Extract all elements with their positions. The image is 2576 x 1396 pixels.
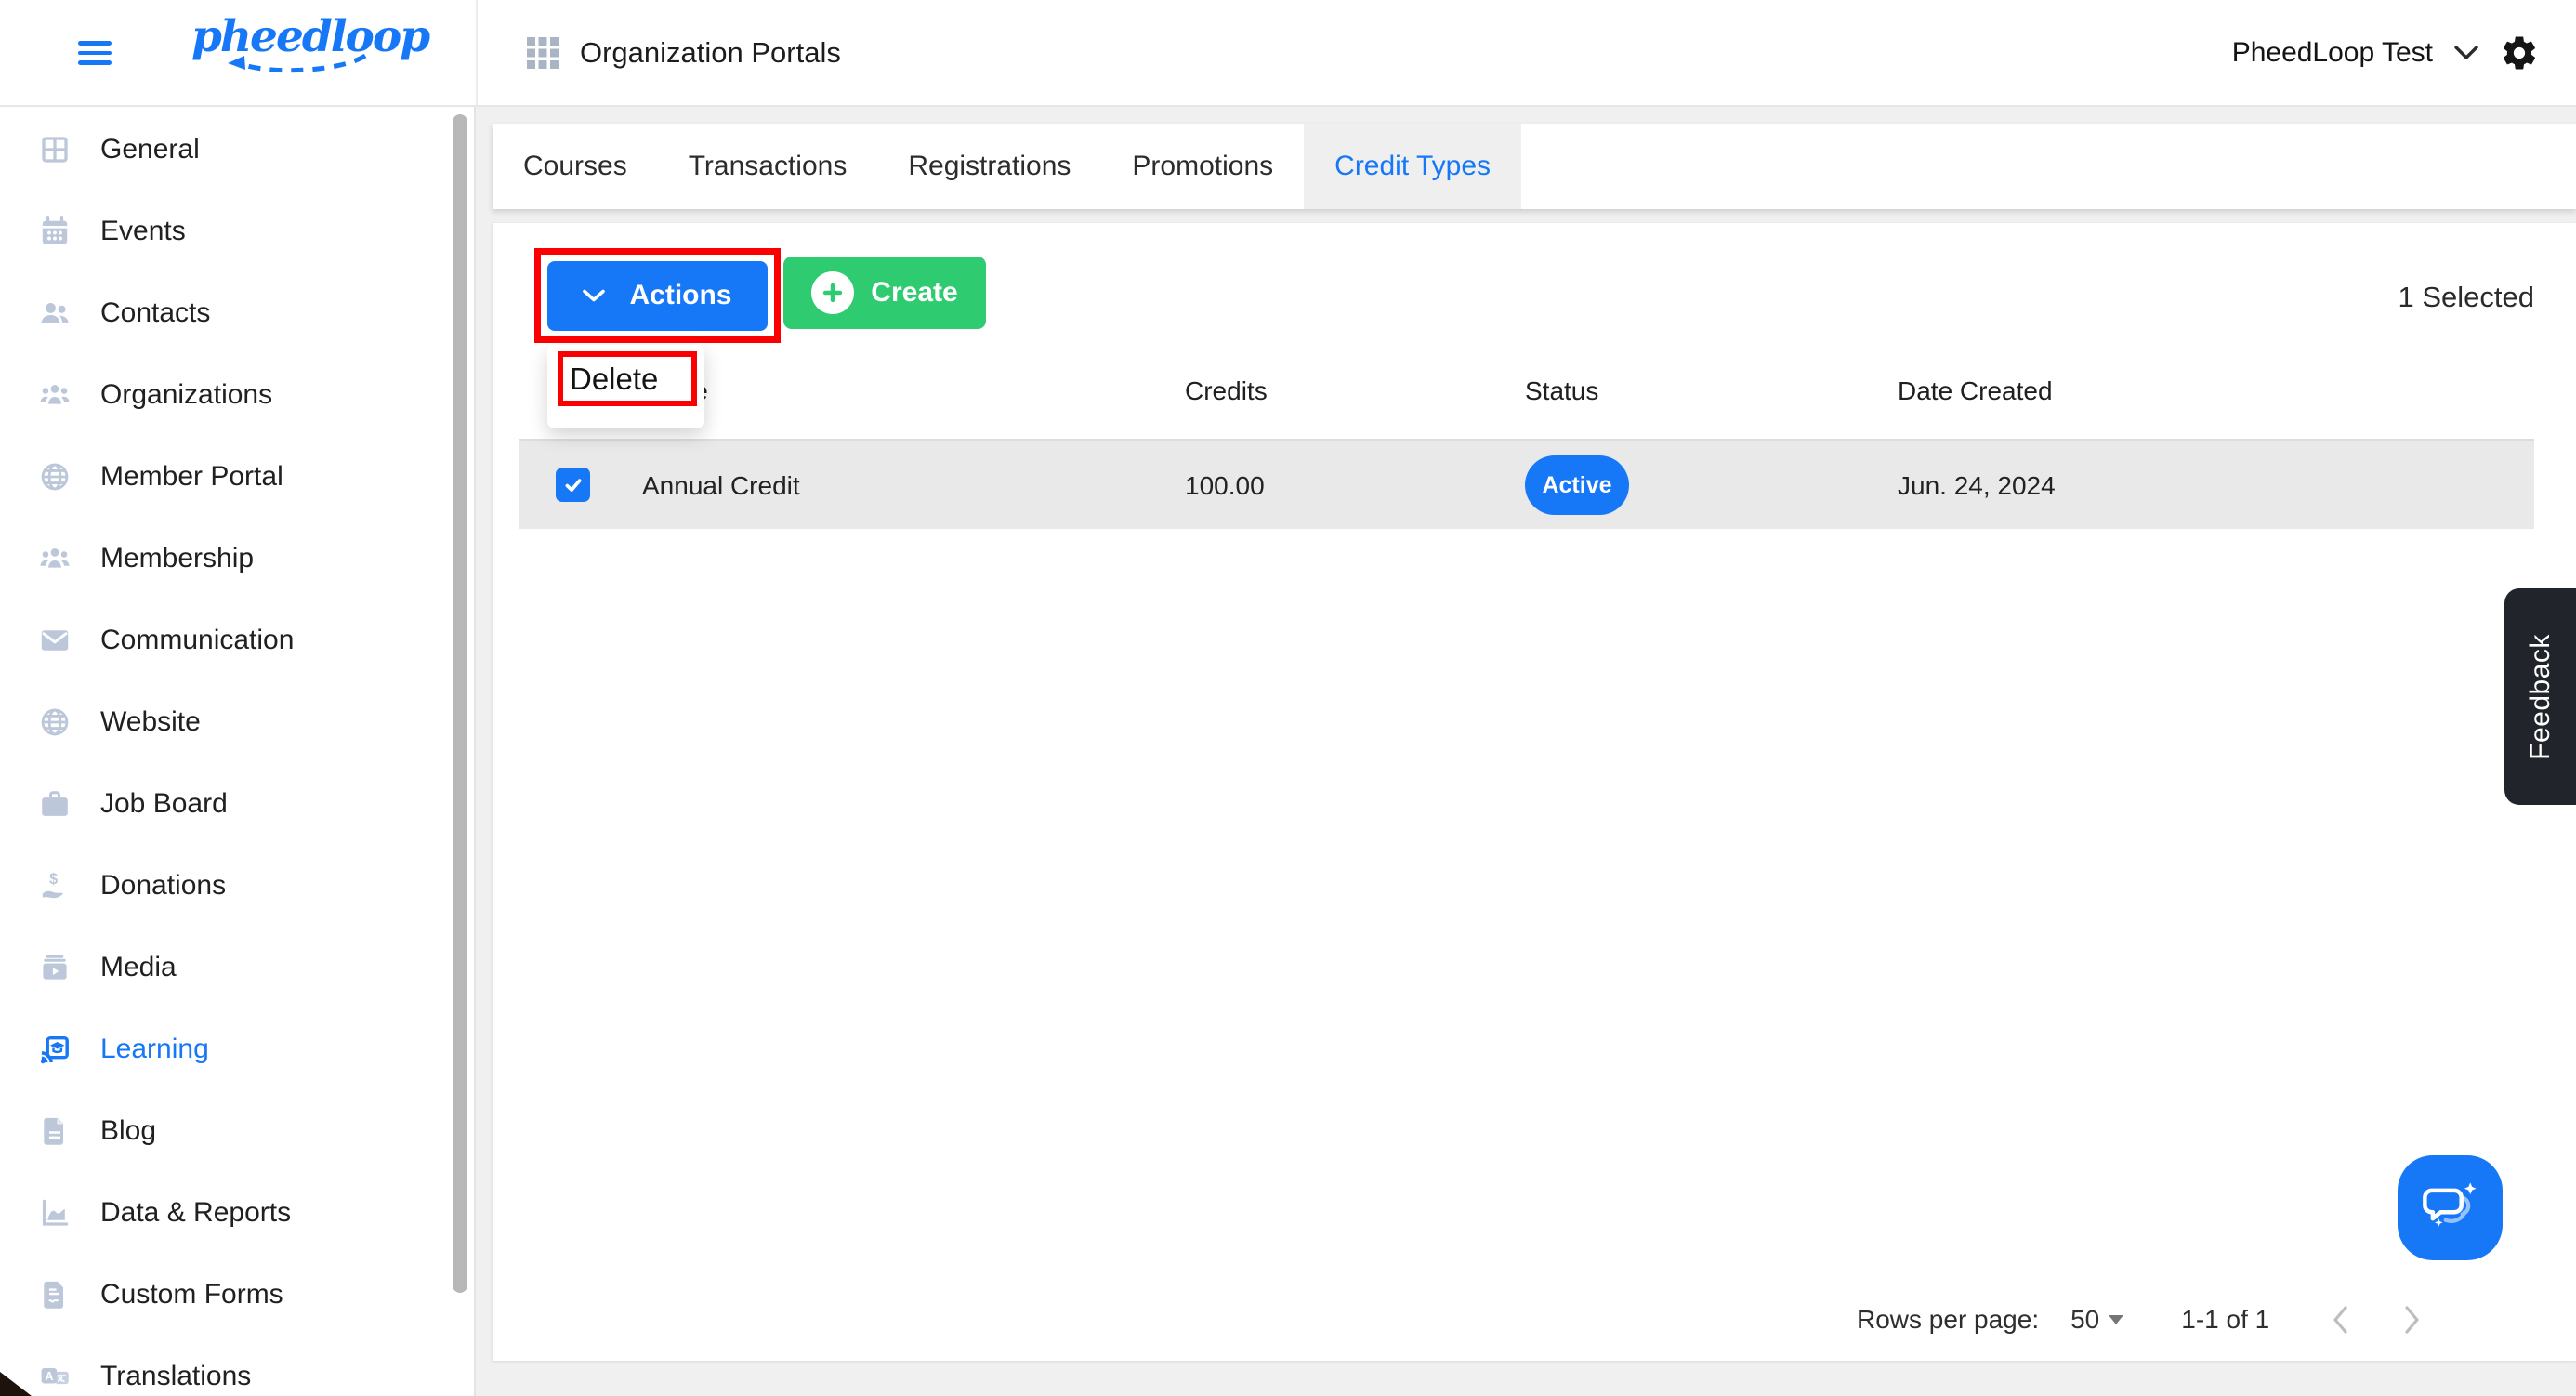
pheedloop-logo[interactable]: pheedloop	[191, 15, 430, 77]
sidebar-item-member-portal[interactable]: Member Portal	[0, 436, 474, 518]
sidebar-item-custom-forms[interactable]: Custom Forms	[0, 1254, 474, 1336]
app-header: pheedloop Organization Portals PheedLoop…	[0, 0, 2576, 107]
plus-icon	[811, 271, 855, 314]
menu-hamburger-icon[interactable]	[78, 41, 112, 71]
account-chevron-down-icon[interactable]	[2453, 45, 2479, 61]
row-title: Annual Credit	[642, 471, 800, 500]
previous-page-icon[interactable]	[2331, 1305, 2349, 1335]
rows-per-page-label: Rows per page:	[1857, 1305, 2040, 1334]
sidebar-item-events[interactable]: Events	[0, 191, 474, 272]
graduation-cap-icon	[37, 1032, 72, 1067]
group-icon	[37, 377, 72, 413]
chat-bubbles-icon	[2422, 1181, 2477, 1227]
tab-promotions[interactable]: Promotions	[1101, 124, 1304, 209]
sidebar-item-website[interactable]: Website	[0, 681, 474, 763]
content-card: Actions Create 1 Selected Title Credits …	[493, 223, 2576, 1361]
sidebar-item-organizations[interactable]: Organizations	[0, 354, 474, 436]
chevron-down-icon	[583, 289, 606, 302]
create-button[interactable]: Create	[783, 257, 986, 329]
tab-credit-types[interactable]: Credit Types	[1304, 124, 1522, 209]
pagination: Rows per page: 50 1-1 of 1	[1857, 1299, 2422, 1340]
status-badge: Active	[1525, 455, 1629, 515]
apps-grid-icon[interactable]	[526, 36, 559, 70]
column-header-date-created: Date Created	[1898, 376, 2053, 405]
sidebar-item-blog[interactable]: Blog	[0, 1090, 474, 1172]
row-credits: 100.00	[1185, 471, 1265, 500]
account-name[interactable]: PheedLoop Test	[2232, 37, 2433, 69]
tab-bar: Courses Transactions Registrations Promo…	[493, 124, 2576, 209]
sidebar-item-contacts[interactable]: Contacts	[0, 272, 474, 354]
rows-per-page-select[interactable]: 50	[2070, 1305, 2124, 1335]
donation-hand-icon: $	[37, 868, 72, 903]
sidebar-scrollbar[interactable]	[453, 114, 467, 1293]
tab-registrations[interactable]: Registrations	[877, 124, 1101, 209]
actions-button[interactable]: Actions	[547, 260, 768, 331]
sidebar-item-membership[interactable]: Membership	[0, 518, 474, 599]
settings-gear-icon[interactable]	[2500, 33, 2539, 72]
page-title: Organization Portals	[580, 36, 841, 69]
globe-icon	[37, 459, 72, 494]
group-icon	[37, 541, 72, 576]
row-date-created: Jun. 24, 2024	[1898, 471, 2056, 500]
briefcase-icon	[37, 786, 72, 822]
sidebar: General Events Contacts Organizations Me…	[0, 105, 476, 1396]
document-icon	[37, 1113, 72, 1149]
header-divider	[476, 0, 478, 105]
media-player-icon	[37, 950, 72, 985]
page-range: 1-1 of 1	[2181, 1305, 2270, 1334]
sidebar-item-donations[interactable]: $ Donations	[0, 845, 474, 927]
svg-text:$: $	[49, 871, 58, 888]
row-checkbox[interactable]	[556, 468, 590, 502]
form-document-icon	[37, 1277, 72, 1312]
sidebar-item-general[interactable]: General	[0, 109, 474, 191]
feedback-tab[interactable]: Feedback	[2504, 588, 2576, 805]
screen: pheedloop Organization Portals PheedLoop…	[0, 0, 2576, 1396]
sidebar-item-translations[interactable]: A Translations	[0, 1336, 474, 1396]
sidebar-item-learning[interactable]: Learning	[0, 1008, 474, 1090]
caret-down-icon	[2109, 1315, 2124, 1324]
svg-text:A: A	[45, 1370, 53, 1383]
annotation-box-actions: Actions	[534, 248, 781, 343]
menu-item-delete[interactable]: Delete	[563, 357, 691, 401]
annotation-box-delete: Delete	[558, 351, 697, 406]
sidebar-item-data-reports[interactable]: Data & Reports	[0, 1172, 474, 1254]
people-icon	[37, 296, 72, 331]
chat-widget-button[interactable]	[2398, 1155, 2503, 1260]
selected-count: 1 Selected	[2398, 281, 2535, 313]
next-page-icon[interactable]	[2403, 1305, 2422, 1335]
column-header-credits: Credits	[1185, 376, 1268, 405]
logo-text: pheedloop	[191, 11, 430, 62]
actions-dropdown-menu: Delete	[547, 345, 704, 428]
table-row[interactable]: Annual Credit 100.00 Active Jun. 24, 202…	[519, 439, 2534, 529]
envelope-icon	[37, 623, 72, 658]
bar-chart-icon	[37, 1195, 72, 1231]
grid-icon	[37, 132, 72, 167]
calendar-icon	[37, 214, 72, 249]
translate-icon: A	[37, 1359, 72, 1394]
cursor-artifact	[0, 1372, 32, 1396]
sidebar-item-media[interactable]: Media	[0, 927, 474, 1008]
tab-courses[interactable]: Courses	[493, 124, 658, 209]
globe-icon	[37, 705, 72, 740]
sidebar-item-communication[interactable]: Communication	[0, 599, 474, 681]
tab-transactions[interactable]: Transactions	[658, 124, 878, 209]
column-header-status: Status	[1525, 376, 1599, 405]
sidebar-item-job-board[interactable]: Job Board	[0, 763, 474, 845]
